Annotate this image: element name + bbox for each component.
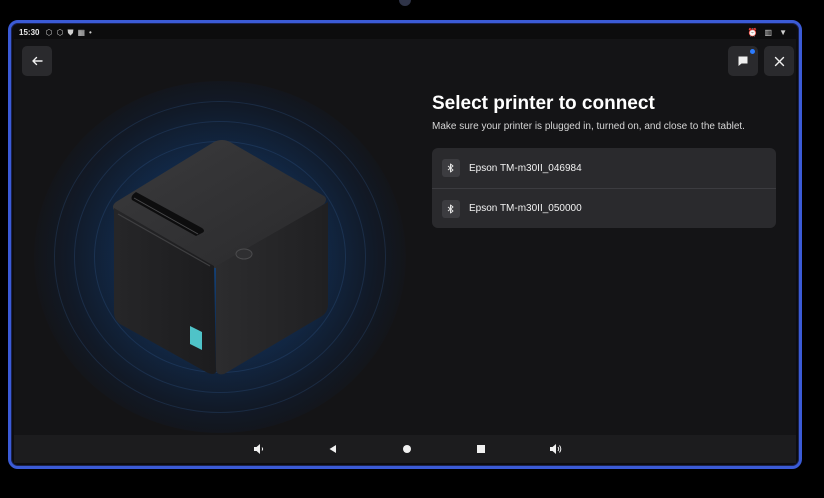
cube-icon: ⬡ [56, 27, 64, 37]
arrow-left-icon [32, 56, 43, 66]
printer-name: Epson TM-m30II_046984 [469, 162, 582, 174]
volume-up-icon[interactable] [548, 442, 562, 456]
page-subtitle: Make sure your printer is plugged in, tu… [432, 121, 745, 132]
wifi-icon: ▼ [779, 27, 787, 37]
dot-icon: • [89, 27, 92, 37]
navigation-bar [14, 435, 796, 463]
home-circle-icon[interactable] [400, 442, 414, 456]
tablet-frame: 15:30 ⬡ ⬡ ⛊ ▦ • ⏰ ▥ ▼ Select printer to … [8, 20, 802, 469]
screen: 15:30 ⬡ ⬡ ⛊ ▦ • ⏰ ▥ ▼ Select printer to … [14, 26, 796, 463]
chat-icon [738, 56, 748, 66]
printer-name: Epson TM-m30II_050000 [469, 203, 582, 214]
page-title: Select printer to connect [432, 93, 655, 114]
printer-list-item[interactable]: Epson TM-m30II_050000 [432, 188, 776, 228]
status-right: ⏰ ▥ ▼ [747, 27, 791, 37]
shield-icon: ⛊ [67, 27, 74, 37]
back-triangle-icon[interactable] [326, 442, 340, 456]
printer-list-item[interactable]: Epson TM-m30II_046984 [432, 148, 776, 188]
alarm-icon: ⏰ [747, 27, 758, 37]
volume-down-icon[interactable] [252, 442, 266, 456]
bluetooth-icon [442, 199, 460, 218]
recents-square-icon[interactable] [474, 442, 488, 456]
close-icon [774, 56, 784, 66]
front-camera [399, 0, 411, 6]
battery-saver-icon: ▥ [764, 27, 773, 37]
status-time: 15:30 [19, 28, 40, 37]
calendar-icon: ▦ [77, 27, 85, 37]
cube-icon: ⬡ [45, 27, 53, 37]
close-button[interactable] [764, 46, 794, 76]
printer-illustration [113, 140, 328, 375]
status-bar: 15:30 ⬡ ⬡ ⛊ ▦ • ⏰ ▥ ▼ [14, 26, 796, 39]
back-button[interactable] [22, 46, 52, 76]
printer-list: Epson TM-m30II_046984 Epson TM-m30II_050… [432, 148, 776, 228]
chat-button[interactable] [728, 46, 758, 76]
notification-dot [750, 49, 755, 54]
bluetooth-icon [442, 159, 460, 177]
